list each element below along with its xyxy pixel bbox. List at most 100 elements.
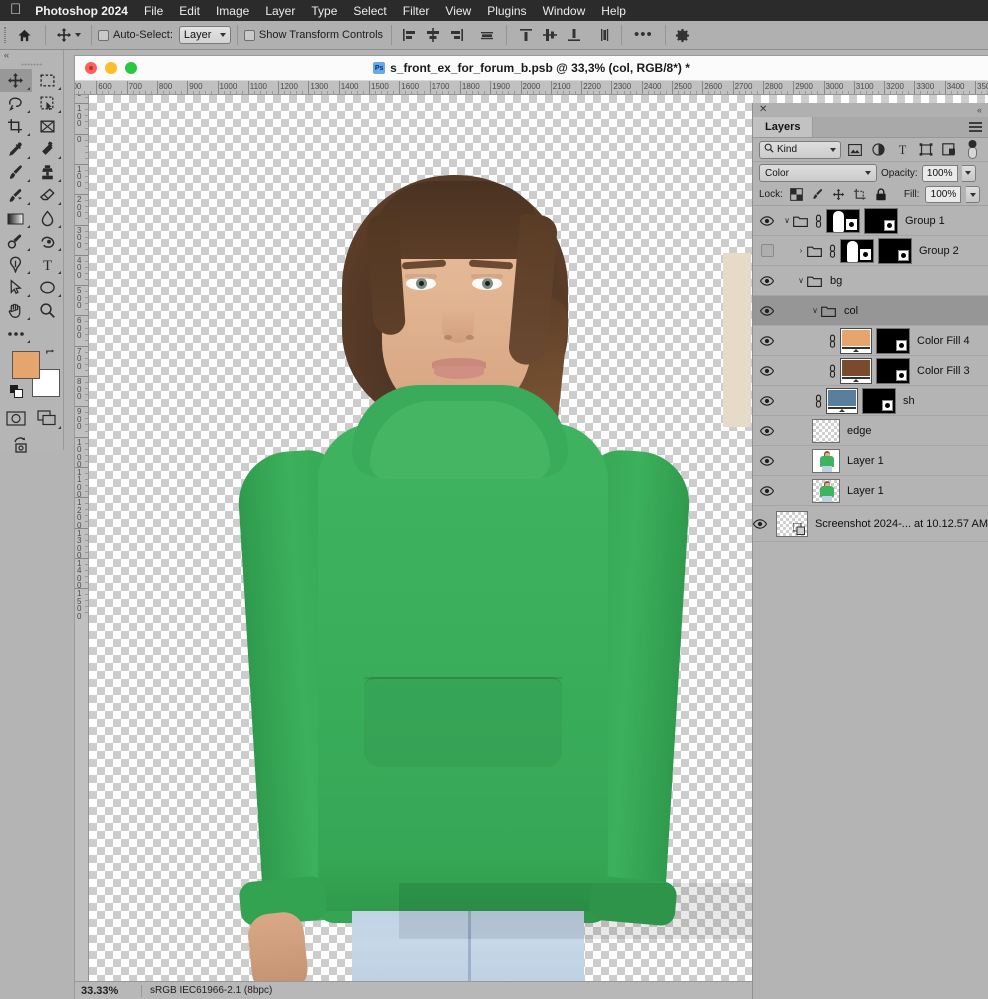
layer-visibility-toggle-off[interactable]	[753, 244, 781, 257]
auto-select-checkbox[interactable]	[98, 29, 109, 41]
layer-row[interactable]: edge	[753, 416, 988, 446]
layer-mask-link-icon[interactable]	[813, 394, 823, 408]
active-tool-move-icon[interactable]	[52, 27, 85, 43]
layer-mask-thumbnail[interactable]	[862, 387, 896, 414]
filter-smart-object-icon[interactable]	[940, 141, 959, 159]
layer-thumbnail[interactable]	[812, 478, 840, 503]
more-options-icon[interactable]: •••	[628, 27, 659, 42]
apple-logo-icon[interactable]: 	[10, 2, 21, 17]
layer-row[interactable]: Color Fill 4	[753, 326, 988, 356]
tool-zoom[interactable]	[32, 299, 64, 322]
layer-mask-thumbnail[interactable]	[876, 357, 910, 384]
home-icon[interactable]	[9, 28, 39, 43]
layer-thumbnail[interactable]	[840, 238, 874, 263]
layer-thumbnail[interactable]	[840, 357, 872, 384]
layer-name[interactable]: Layer 1	[847, 455, 884, 467]
layer-visibility-eye-icon[interactable]	[753, 335, 781, 346]
layer-row[interactable]: Layer 1	[753, 446, 988, 476]
menu-item-file[interactable]: File	[144, 4, 163, 18]
tool-blur[interactable]	[32, 207, 64, 230]
filter-type-layers-icon[interactable]: T	[893, 141, 912, 159]
opacity-stepper[interactable]	[961, 164, 976, 182]
layer-thumbnail[interactable]	[826, 387, 858, 414]
tool-frame[interactable]	[32, 115, 64, 138]
layer-row[interactable]: ∨ col	[753, 296, 988, 326]
tool-preset-chevron-icon[interactable]	[75, 33, 81, 37]
layer-name[interactable]: Group 1	[905, 215, 945, 227]
group-collapse-chevron-icon[interactable]: ∨	[795, 276, 807, 285]
layer-name[interactable]: col	[844, 305, 858, 317]
tool-edit-toolbar[interactable]	[0, 322, 32, 345]
expand-panel-icon[interactable]: «	[977, 105, 982, 115]
menu-item-image[interactable]: Image	[216, 4, 249, 18]
quick-mask-icon[interactable]	[0, 405, 32, 431]
layer-visibility-eye-icon[interactable]	[753, 365, 781, 376]
menu-item-plugins[interactable]: Plugins	[487, 4, 526, 18]
tools-panel-grip[interactable]	[0, 60, 63, 69]
layer-mask-thumbnail[interactable]	[864, 207, 898, 234]
layer-row[interactable]: › Group 2	[753, 236, 988, 266]
menu-item-edit[interactable]: Edit	[179, 4, 200, 18]
lock-artboard-nesting-icon[interactable]	[852, 187, 868, 203]
show-transform-controls-checkbox[interactable]	[243, 29, 255, 41]
layer-row[interactable]: Layer 1	[753, 476, 988, 506]
tool-ellipse[interactable]	[32, 276, 64, 299]
layer-row[interactable]: ∨ Group 1	[753, 206, 988, 236]
layer-thumbnail[interactable]	[812, 448, 840, 473]
align-bottom-edges-icon[interactable]	[563, 24, 585, 46]
tool-history-brush[interactable]	[0, 184, 32, 207]
distribute-horizontal-icon[interactable]	[476, 24, 498, 46]
filter-pixel-layers-icon[interactable]	[846, 141, 865, 159]
tab-layers[interactable]: Layers	[753, 117, 814, 137]
menu-item-select[interactable]: Select	[353, 4, 386, 18]
screen-mode-icon[interactable]	[32, 405, 64, 431]
layer-visibility-eye-icon[interactable]	[753, 215, 781, 226]
tool-clone-stamp[interactable]	[32, 161, 64, 184]
layer-name[interactable]: Layer 1	[847, 485, 884, 497]
layer-visibility-eye-icon[interactable]	[753, 305, 781, 316]
align-top-edges-icon[interactable]	[515, 24, 537, 46]
foreground-color-swatch[interactable]	[12, 351, 40, 379]
filter-shape-layers-icon[interactable]	[917, 141, 936, 159]
tool-object-selection[interactable]	[32, 92, 64, 115]
close-icon[interactable]: ✕	[759, 105, 767, 115]
layer-thumbnail[interactable]	[775, 510, 808, 537]
layer-row[interactable]: Color Fill 3	[753, 356, 988, 386]
filter-toggle-switch[interactable]	[964, 140, 983, 159]
layer-name[interactable]: Screenshot 2024-... at 10.12.57 AM	[815, 518, 988, 530]
lock-position-icon[interactable]	[831, 187, 847, 203]
blend-mode-dropdown[interactable]: Color	[759, 164, 877, 182]
opacity-value[interactable]: 100%	[921, 164, 958, 182]
layer-row[interactable]: Screenshot 2024-... at 10.12.57 AM	[753, 506, 988, 542]
default-colors-icon[interactable]	[10, 385, 23, 398]
group-expand-chevron-icon[interactable]: ›	[795, 246, 807, 255]
layer-name[interactable]: Group 2	[919, 245, 959, 257]
layer-name[interactable]: Color Fill 4	[917, 335, 970, 347]
layer-name[interactable]: Color Fill 3	[917, 365, 970, 377]
tool-spot-healing-brush[interactable]	[32, 138, 64, 161]
menu-item-view[interactable]: View	[445, 4, 471, 18]
layer-name[interactable]: edge	[847, 425, 871, 437]
group-collapse-chevron-icon[interactable]: ∨	[781, 216, 793, 225]
tool-dodge[interactable]	[0, 230, 32, 253]
align-right-edges-icon[interactable]	[446, 24, 468, 46]
vertical-ruler[interactable]: 5001000100200300400500600700800900100011…	[75, 95, 89, 999]
menu-item-help[interactable]: Help	[601, 4, 626, 18]
tool-eraser[interactable]	[32, 184, 64, 207]
layer-mask-thumbnail[interactable]	[876, 327, 910, 354]
layer-mask-link-icon[interactable]	[827, 244, 837, 258]
filter-kind-dropdown[interactable]: Kind	[759, 140, 842, 159]
layer-visibility-eye-icon[interactable]	[753, 395, 781, 406]
layer-mask-link-icon[interactable]	[827, 364, 837, 378]
tool-path-selection[interactable]	[0, 276, 32, 299]
layer-mask-link-icon[interactable]	[813, 214, 823, 228]
menu-item-type[interactable]: Type	[311, 4, 337, 18]
tool-lasso[interactable]	[0, 92, 32, 115]
tool-gradient[interactable]	[0, 207, 32, 230]
layer-name[interactable]: bg	[830, 275, 842, 287]
tool-pen[interactable]	[0, 253, 32, 276]
tool-crop[interactable]	[0, 115, 32, 138]
layer-row[interactable]: ∨ bg	[753, 266, 988, 296]
layer-visibility-eye-icon[interactable]	[753, 275, 781, 286]
layer-mask-thumbnail[interactable]	[878, 237, 912, 264]
